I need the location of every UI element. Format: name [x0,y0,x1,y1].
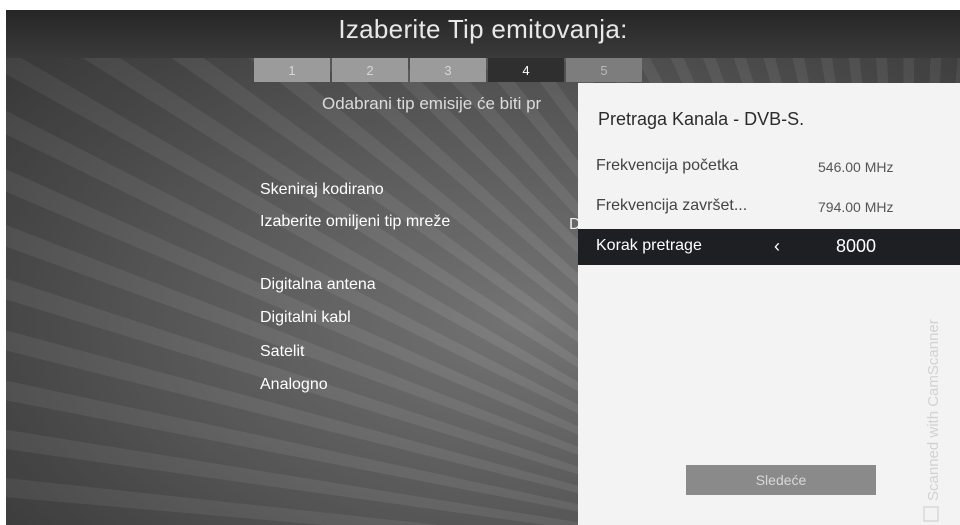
end-frequency-value: 794.00 MHz [818,199,894,215]
end-frequency-label: Frekvencija završet... [596,197,748,214]
step-1[interactable]: 1 [254,58,330,82]
step-4[interactable]: 4 [488,58,564,82]
option-digital-cable[interactable]: Digitalni kabl [260,309,351,327]
start-frequency-label: Frekvencija početka [596,157,739,174]
camscanner-logo-icon [923,506,939,522]
search-step-row[interactable]: Korak pretrage ‹ 8000 [578,229,960,265]
start-frequency-value: 546.00 MHz [818,159,894,175]
search-step-label: Korak pretrage [596,237,702,254]
search-step-value: 8000 [836,236,877,256]
step-3[interactable]: 3 [410,58,486,82]
end-frequency-row[interactable]: Frekvencija završet... 794.00 MHz [578,189,960,225]
watermark-text: Scanned with CamScanner [925,319,942,501]
step-5[interactable]: 5 [566,58,642,82]
panel-title: Pretraga Kanala - DVB-S. [598,109,805,129]
step-2[interactable]: 2 [332,58,408,82]
step-indicator: 1 2 3 4 5 [254,58,644,82]
subtitle: Odabrani tip emisije će biti pr [322,94,542,113]
camscanner-watermark: Scanned with CamScanner [923,319,942,522]
option-scan-encrypted[interactable]: Skeniraj kodirano [260,181,384,199]
channel-search-panel: Pretraga Kanala - DVB-S. Frekvencija poč… [578,83,960,525]
page-title: Izaberite Tip emitovanja: [338,14,628,44]
start-frequency-row[interactable]: Frekvencija početka 546.00 MHz [578,149,960,185]
option-analog[interactable]: Analogno [260,376,328,394]
tv-screen: Izaberite Tip emitovanja: 1 2 3 4 5 Odab… [6,10,960,525]
title-bar: Izaberite Tip emitovanja: [6,10,960,58]
option-satellite[interactable]: Satelit [260,343,304,361]
option-digital-antenna[interactable]: Digitalna antena [260,276,376,294]
next-button[interactable]: Sledeće [686,465,876,495]
option-network-type[interactable]: Izaberite omiljeni tip mreže [260,213,450,231]
chevron-left-icon[interactable]: ‹ [774,236,780,257]
